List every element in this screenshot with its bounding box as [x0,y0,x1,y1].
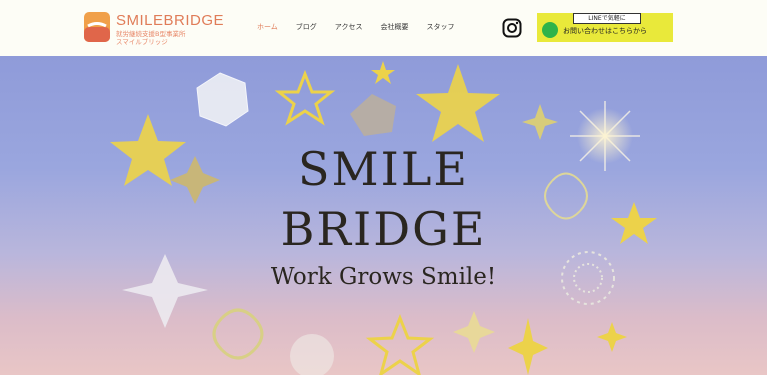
glitter-ball [290,334,334,375]
four-point-star-2 [522,104,558,140]
hero-title-line1: SMILE [298,142,469,196]
nav-blog[interactable]: ブログ [287,22,326,32]
small-star-top [371,61,395,84]
brand-logo[interactable]: SMILEBRIDGE 就労継続支援B型事業所 スマイルブリッジ [84,10,224,46]
line-icon [542,22,558,38]
site-header: SMILEBRIDGE 就労継続支援B型事業所 スマイルブリッジ ホーム ブログ… [0,0,767,56]
brand-subtitle-line1: 就労継続支援B型事業所 [116,30,186,38]
white-hexagon [196,72,249,127]
nav-staff[interactable]: スタッフ [417,22,463,32]
hero-section: SMILE BRIDGE Work Grows Smile! [0,56,767,375]
outline-star [274,69,336,126]
line-contact-banner[interactable]: LINEで気軽に お問い合わせはこちらから [537,13,673,42]
four-point-star-5 [453,311,495,353]
hero-tagline: Work Grows Smile! [270,264,497,290]
nav-company[interactable]: 会社概要 [371,22,417,32]
main-nav: ホーム ブログ アクセス 会社概要 スタッフ [248,22,463,32]
grey-pentagon [350,94,396,136]
pinwheel-bottom-left [212,308,264,360]
line-tag: LINEで気軽に [573,13,641,24]
yellow-star-right [416,64,500,142]
brand-name: SMILEBRIDGE [116,12,225,29]
nav-home[interactable]: ホーム [248,22,287,32]
brand-subtitle-line2: スマイルブリッジ [116,38,168,46]
four-point-star-3 [508,318,548,375]
nav-access[interactable]: アクセス [326,22,372,32]
instagram-icon[interactable] [502,18,522,38]
hero-title-line2: BRIDGE [280,202,487,256]
brand-subtitle: 就労継続支援B型事業所 スマイルブリッジ [116,30,185,46]
four-point-star-4 [597,322,627,352]
line-contact-text: お問い合わせはこちらから [563,27,647,35]
outline-star-bottom [365,313,435,375]
logo-mark-icon [84,12,110,42]
